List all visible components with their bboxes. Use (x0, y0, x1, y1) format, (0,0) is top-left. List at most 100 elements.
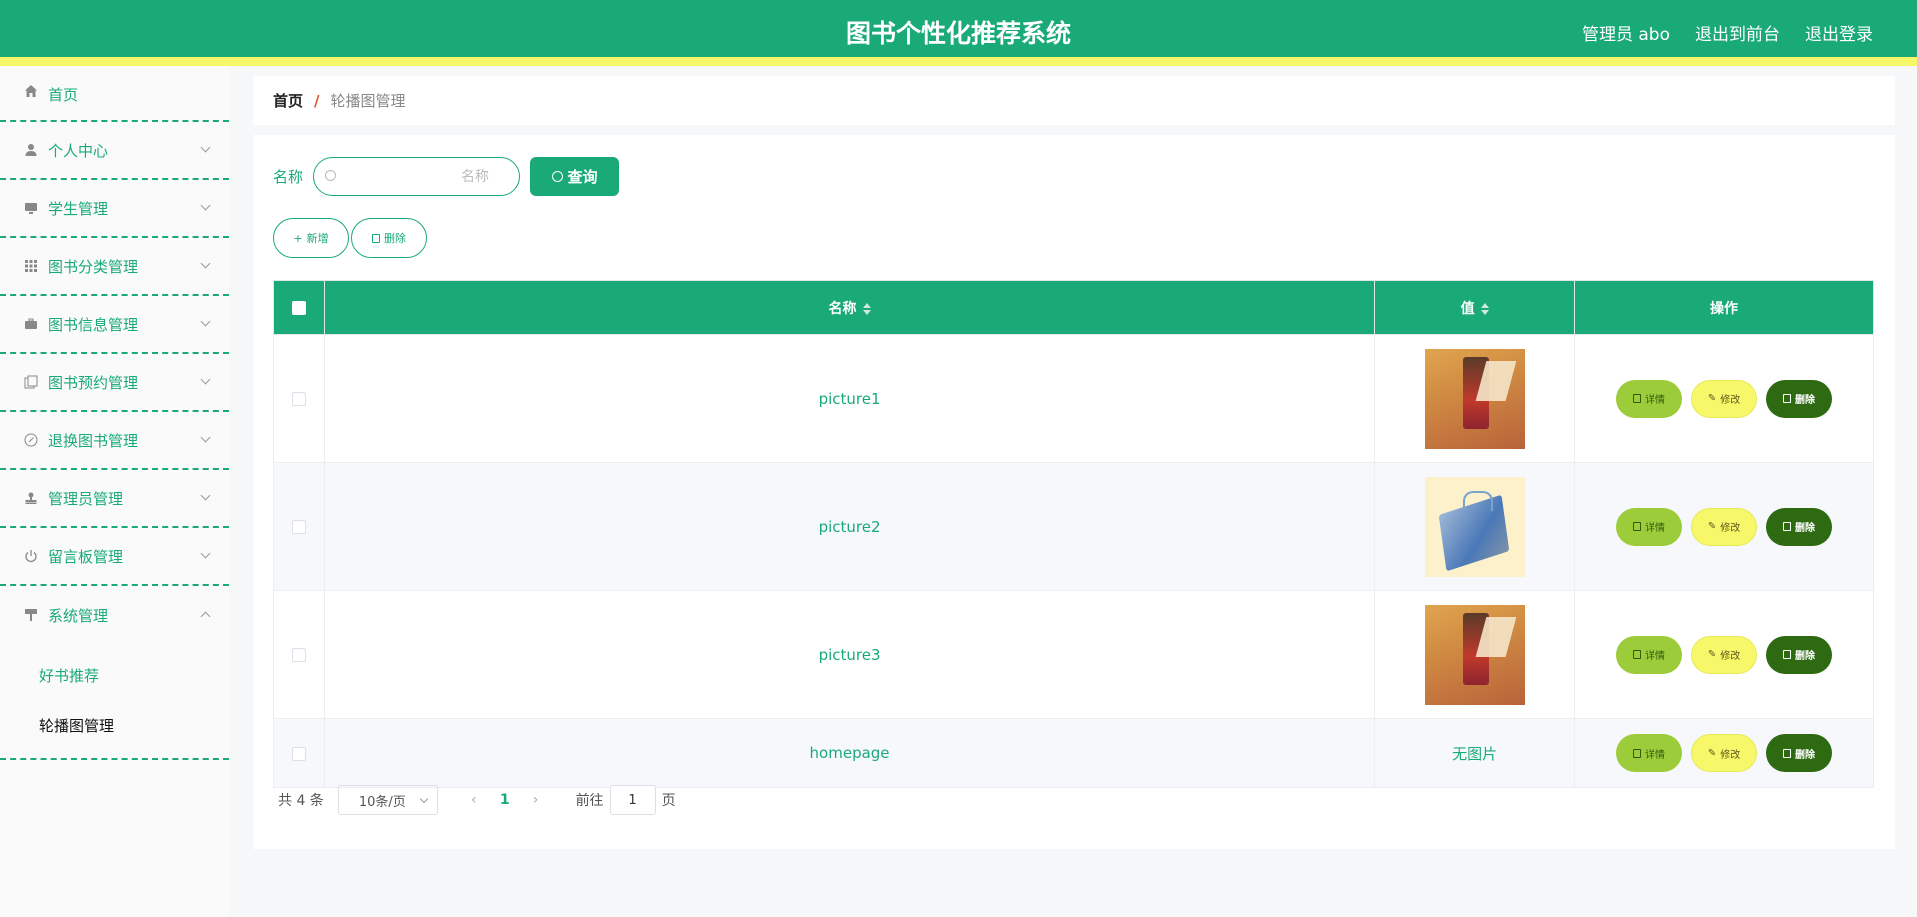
chevron-up-icon (200, 611, 211, 622)
sidebar-item-admin[interactable]: 管理员管理 (0, 470, 229, 528)
sidebar-item-label: 个人中心 (48, 141, 109, 160)
edit-button[interactable]: ✎ 修改 (1691, 507, 1758, 546)
back-to-front-link[interactable]: 退出到前台 (1695, 20, 1780, 45)
table-row: homepage 无图片 详情 ✎ 修改 删除 (273, 718, 1874, 788)
value-cell (1374, 334, 1576, 463)
chevron-down-icon (200, 142, 211, 153)
sidebar-item-label: 退换图书管理 (48, 431, 139, 450)
name-cell: picture2 (323, 462, 1376, 591)
table-row: picture3 详情 ✎ 修改 删除 (273, 590, 1874, 719)
trash-icon (1783, 522, 1792, 531)
value-cell: 无图片 (1374, 718, 1576, 788)
sidebar-item-label: 留言板管理 (48, 547, 124, 566)
chevron-down-icon (200, 490, 211, 501)
breadcrumb-home[interactable]: 首页 (273, 90, 303, 111)
batch-delete-label: 删除 (384, 232, 406, 245)
current-page-number[interactable]: 1 (500, 792, 510, 808)
sidebar-item-label: 图书预约管理 (48, 373, 139, 392)
detail-button[interactable]: 详情 (1616, 507, 1683, 546)
detail-button[interactable]: 详情 (1616, 635, 1683, 674)
search-row: 名称 查询 (273, 157, 620, 196)
monitor-icon (24, 201, 38, 215)
edit-button[interactable]: ✎ 修改 (1691, 635, 1758, 674)
page-size-select[interactable]: 10条/页 (337, 785, 438, 815)
carousel-image[interactable] (1424, 476, 1525, 577)
prev-page-icon[interactable]: ‹ (462, 792, 486, 808)
delete-label: 删除 (1795, 749, 1816, 761)
delete-button[interactable]: 删除 (1766, 734, 1833, 772)
page-unit-label: 页 (661, 793, 676, 809)
column-header-label: 操作 (1710, 300, 1739, 317)
ops-cell: 详情 ✎ 修改 删除 (1574, 590, 1874, 719)
delete-label: 删除 (1795, 523, 1816, 534)
add-button[interactable]: + 新增 (273, 218, 349, 258)
sidebar-item-book-info[interactable]: 图书信息管理 (0, 296, 229, 354)
sidebar-item-home[interactable]: 首页 (0, 66, 229, 122)
edit-label: 修改 (1720, 749, 1741, 761)
name-cell: homepage (323, 718, 1376, 788)
sidebar-item-personal-center[interactable]: 个人中心 (0, 122, 229, 180)
trash-icon (1783, 748, 1792, 758)
detail-label: 详情 (1645, 395, 1666, 406)
sort-icon[interactable] (862, 302, 871, 315)
goto-page-input[interactable] (609, 785, 656, 815)
column-header-value[interactable]: 值 (1374, 280, 1576, 335)
content-panel: 名称 查询 + 新增 删除 名称 值 操作 (253, 135, 1895, 849)
value-cell (1374, 590, 1576, 719)
select-all-checkbox[interactable] (291, 300, 306, 315)
sidebar-subitem-carousel[interactable]: 轮播图管理 (0, 700, 229, 750)
row-checkbox-cell (273, 462, 325, 591)
sidebar-subitem-recommend[interactable]: 好书推荐 (0, 650, 229, 700)
table-row: picture1 详情 ✎ 修改 删除 (273, 334, 1874, 463)
chevron-down-icon (200, 432, 211, 443)
trash-icon (1783, 650, 1792, 659)
carousel-image[interactable] (1424, 604, 1525, 705)
row-checkbox-cell (273, 718, 325, 788)
row-checkbox[interactable] (291, 648, 306, 662)
pencil-icon: ✎ (1707, 747, 1717, 759)
sidebar-item-book-category[interactable]: 图书分类管理 (0, 238, 229, 296)
row-checkbox[interactable] (291, 746, 306, 761)
edit-label: 修改 (1720, 651, 1741, 662)
search-input[interactable] (314, 158, 520, 195)
detail-label: 详情 (1645, 523, 1666, 534)
batch-delete-button[interactable]: 删除 (351, 218, 427, 258)
column-header-name[interactable]: 名称 (323, 280, 1376, 335)
action-row: + 新增 删除 (273, 218, 427, 258)
ops-cell: 详情 ✎ 修改 删除 (1574, 334, 1874, 463)
detail-button[interactable]: 详情 (1616, 734, 1683, 772)
row-checkbox[interactable] (291, 392, 306, 406)
search-label: 名称 (273, 168, 304, 186)
sidebar-item-book-return[interactable]: 退换图书管理 (0, 412, 229, 470)
compass-icon (24, 433, 38, 447)
detail-button[interactable]: 详情 (1616, 379, 1683, 418)
pagination: 共 4 条 10条/页 ‹ 1 › 前往 页 (278, 785, 676, 815)
grid-icon (24, 259, 38, 273)
delete-button[interactable]: 删除 (1766, 507, 1833, 546)
carousel-image[interactable] (1424, 348, 1525, 449)
sidebar-item-system[interactable]: 系统管理 (0, 586, 229, 644)
logout-link[interactable]: 退出登录 (1805, 20, 1873, 45)
edit-button[interactable]: ✎ 修改 (1691, 379, 1758, 418)
sidebar-item-students[interactable]: 学生管理 (0, 180, 229, 238)
sidebar-item-message-board[interactable]: 留言板管理 (0, 528, 229, 586)
delete-button[interactable]: 删除 (1766, 379, 1833, 418)
carousel-table: 名称 值 操作 picture1 详情 ✎ 修改 删除 picture2 详情 … (273, 280, 1874, 788)
chevron-down-icon (200, 258, 211, 269)
sort-icon[interactable] (1480, 302, 1489, 315)
delete-button[interactable]: 删除 (1766, 635, 1833, 674)
copy-icon (24, 375, 38, 389)
trash-icon (1783, 394, 1792, 403)
sidebar-item-label: 图书分类管理 (48, 257, 139, 276)
query-button[interactable]: 查询 (530, 157, 620, 196)
column-header-ops: 操作 (1574, 280, 1874, 335)
sidebar-item-book-reservation[interactable]: 图书预约管理 (0, 354, 229, 412)
row-checkbox[interactable] (291, 520, 306, 534)
next-page-icon[interactable]: › (524, 792, 548, 808)
edit-button[interactable]: ✎ 修改 (1691, 734, 1758, 772)
delete-label: 删除 (1795, 395, 1816, 406)
sidebar-item-label: 系统管理 (48, 606, 109, 625)
breadcrumb-separator: / (314, 91, 320, 110)
admin-user-label[interactable]: 管理员 abo (1582, 20, 1670, 45)
search-input-wrapper (313, 157, 521, 196)
